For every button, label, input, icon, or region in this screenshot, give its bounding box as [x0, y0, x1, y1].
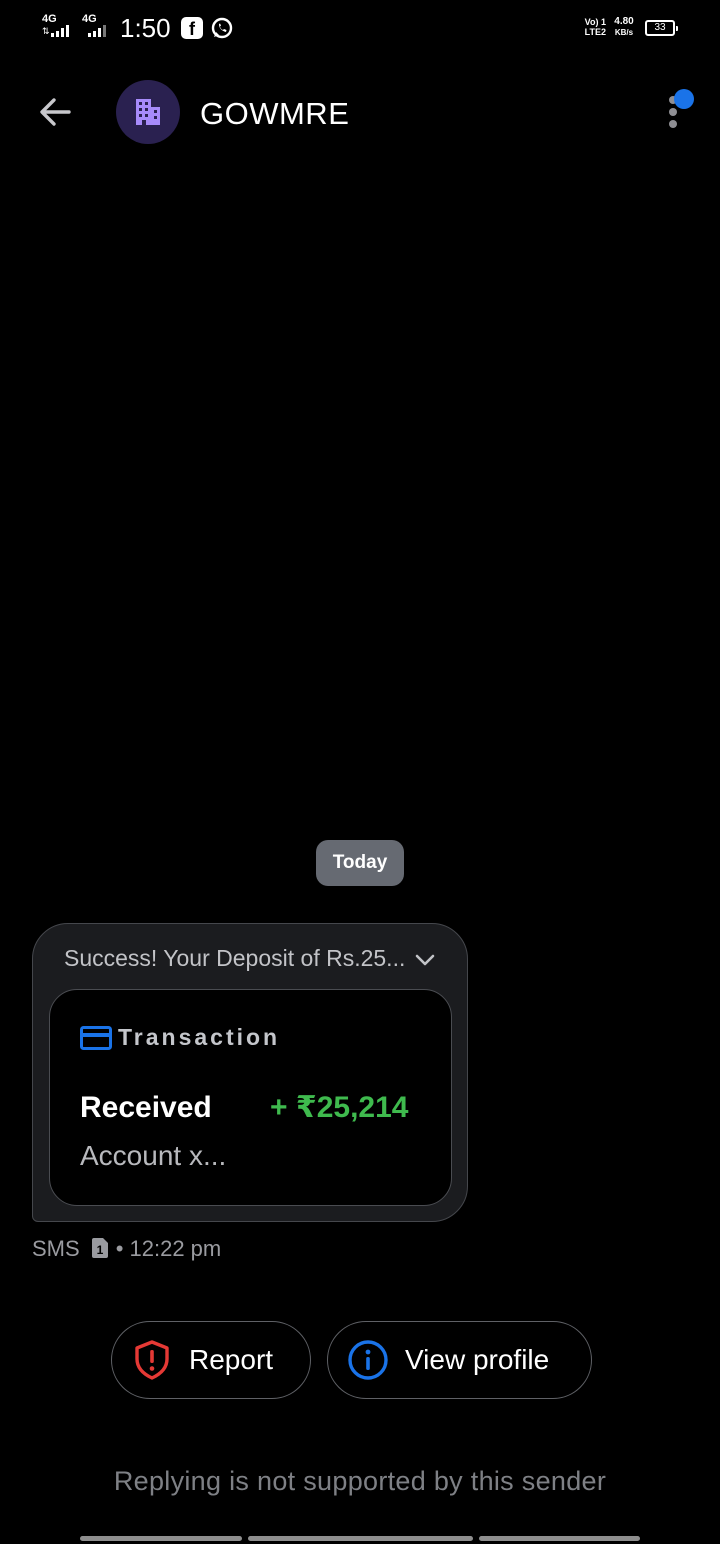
more-vertical-icon-dot: [669, 108, 677, 116]
status-time: 1:50: [120, 13, 171, 43]
info-icon: [348, 1340, 388, 1380]
avatar[interactable]: [116, 80, 180, 144]
network-speed: 4.80 KB/s: [610, 16, 638, 38]
nav-bar-right[interactable]: [479, 1536, 640, 1541]
nav-bar-home[interactable]: [248, 1536, 473, 1541]
contact-name: GOWMRE: [200, 96, 350, 131]
sim2-network-type: 4G: [82, 13, 97, 25]
reply-unsupported-notice: Replying is not supported by this sender: [113, 1466, 607, 1496]
date-chip: Today: [316, 840, 404, 886]
volte-line-2: LTE2: [584, 27, 606, 37]
message-time: • 12:22 pm: [115, 1236, 222, 1261]
more-vertical-icon-dot: [669, 120, 677, 128]
message-meta: SMS 1 • 12:22 pm: [32, 1234, 221, 1264]
network-speed-value: 4.80: [614, 16, 634, 27]
sim-number: 1: [96, 1243, 103, 1257]
credit-card-icon: [80, 1026, 112, 1050]
view-profile-button[interactable]: View profile: [327, 1321, 592, 1399]
report-button[interactable]: Report: [111, 1321, 311, 1399]
arrow-left-icon[interactable]: [34, 90, 78, 134]
battery-level: 33: [654, 22, 666, 33]
account-number: Account x...: [80, 1140, 227, 1171]
data-activity-icon: ⇅: [42, 26, 50, 36]
building-icon: [136, 99, 160, 125]
status-bar: 4G ⇅ 4G 1:50 f Vo) 1 LTE2 4.80 KB/s 33: [0, 0, 720, 58]
transaction-amount: + ₹25,214: [270, 1091, 409, 1124]
notification-badge: [674, 89, 694, 109]
shield-alert-icon: [135, 1340, 169, 1380]
transaction-card[interactable]: Transaction Received + ₹25,214 Account x…: [49, 989, 452, 1206]
message-channel: SMS: [32, 1236, 80, 1261]
sim1-network-type: 4G: [42, 13, 57, 25]
whatsapp-icon: [211, 17, 233, 39]
facebook-icon: f: [181, 17, 203, 39]
more-options-button[interactable]: [654, 86, 698, 136]
report-label: Report: [189, 1344, 274, 1375]
card-category: Transaction: [118, 1024, 281, 1050]
sim1-signal-bars-icon: [51, 25, 69, 37]
message-preview[interactable]: Success! Your Deposit of Rs.25...: [64, 942, 414, 974]
view-profile-label: View profile: [405, 1344, 550, 1375]
network-speed-unit: KB/s: [614, 28, 634, 37]
sim2-signal-bars-icon: [88, 25, 106, 37]
chevron-down-icon[interactable]: [413, 948, 437, 972]
volte-indicator: Vo) 1 LTE2: [578, 17, 606, 37]
sim-card-icon: 1: [91, 1238, 108, 1259]
volte-line-1: Vo) 1: [584, 17, 606, 27]
battery-icon: 33: [645, 20, 678, 36]
transaction-status: Received: [80, 1091, 212, 1124]
nav-bar-left[interactable]: [80, 1536, 242, 1541]
message-bubble[interactable]: Success! Your Deposit of Rs.25... Transa…: [32, 923, 468, 1222]
